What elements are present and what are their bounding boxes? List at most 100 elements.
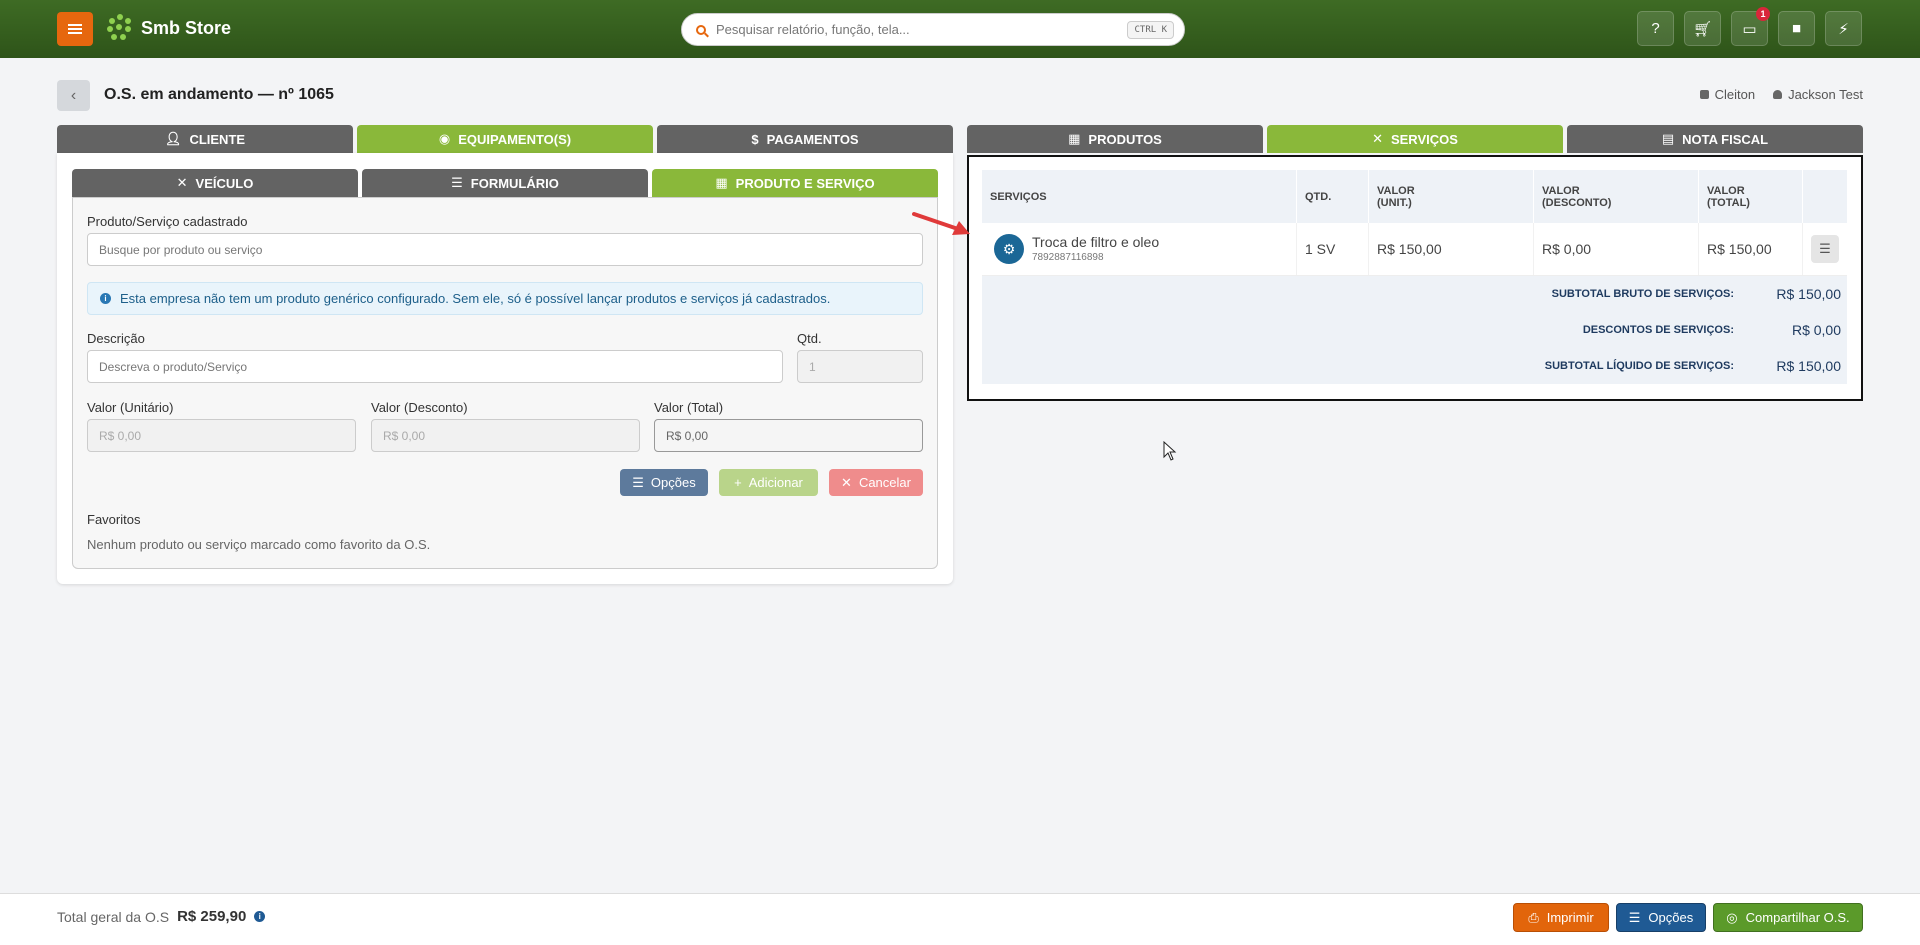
col-valor-desconto: VALOR (DESCONTO) <box>1534 170 1699 223</box>
service-unit-value: R$ 150,00 <box>1369 223 1534 275</box>
plus-icon: + <box>734 475 742 490</box>
tools-icon: ✕ <box>1372 131 1383 146</box>
row-menu-button[interactable]: ☰ <box>1811 235 1839 263</box>
generic-product-alert: i Esta empresa não tem um produto genéri… <box>87 282 923 315</box>
tab-veiculo[interactable]: ✕ Veículo <box>72 169 358 197</box>
description-input[interactable]: Descreva o produto/Serviço <box>87 350 783 383</box>
boxes-icon: ▦ <box>1068 131 1081 146</box>
col-actions <box>1803 170 1847 223</box>
description-label: Descrição <box>87 331 145 346</box>
shortcut-hint: CTRL K <box>1127 20 1174 39</box>
bolt-icon: ⚡︎ <box>1838 20 1849 38</box>
discount-value-label: Valor (Desconto) <box>371 400 468 415</box>
brand-name: Smb Store <box>141 17 232 38</box>
grand-total-label: Total geral da O.S <box>57 908 170 925</box>
help-button[interactable]: ? <box>1637 11 1674 46</box>
boxes-icon: ▦ <box>715 175 728 190</box>
table-row[interactable]: ⚙︎ Troca de filtro e oleo 7892887116898 … <box>982 223 1847 276</box>
qty-input[interactable]: 1 <box>797 350 923 383</box>
os-items-tabs: ▦ Produtos ✕ Serviços ▤ Nota Fiscal <box>967 125 1863 153</box>
tab-produtos[interactable]: ▦ Produtos <box>967 125 1263 153</box>
user-icon <box>1773 90 1783 99</box>
service-icon: ⚙︎ <box>994 234 1024 264</box>
subtotal-gross-row: SUBTOTAL BRUTO DE SERVIÇOS: R$ 150,00 <box>1551 286 1841 302</box>
user-icon: 👤︎ <box>164 131 182 146</box>
service-name: Troca de filtro e oleo <box>1032 233 1160 250</box>
search-input[interactable] <box>716 22 1128 37</box>
document-icon: ▤ <box>1661 131 1675 146</box>
options-button[interactable]: ☰ Opções <box>620 469 708 496</box>
unit-value-input[interactable]: R$ 0,00 <box>87 419 356 452</box>
unit-value-label: Valor (Unitário) <box>87 400 174 415</box>
briefcase-icon <box>1699 90 1709 99</box>
quick-actions-button[interactable]: ⚡︎ <box>1825 11 1862 46</box>
service-cell: ⚙︎ Troca de filtro e oleo 7892887116898 <box>982 223 1297 275</box>
os-grand-total: Total geral da O.S R$ 259,90 i <box>57 908 266 925</box>
service-discount-value: R$ 0,00 <box>1534 223 1699 275</box>
notification-badge: 1 <box>1756 7 1770 21</box>
add-button[interactable]: + Adicionar <box>719 469 818 496</box>
footer-options-button[interactable]: ☰ Opções <box>1616 903 1706 932</box>
cancel-button[interactable]: ✕ Cancelar <box>829 469 923 496</box>
grand-total-value: R$ 259,90 <box>177 908 247 925</box>
monitor-icon: ▭ <box>1742 20 1757 38</box>
tab-formulario[interactable]: ☰ Formulário <box>362 169 648 197</box>
palette-icon: ◉ <box>438 131 451 146</box>
col-servicos: SERVIÇOS <box>982 170 1297 223</box>
annotation-arrow <box>912 212 970 235</box>
cart-button[interactable]: 🛒︎ <box>1684 11 1721 46</box>
logo-icon <box>107 14 135 42</box>
global-search[interactable]: CTRL K <box>681 13 1185 46</box>
share-os-button[interactable]: ◎ Compartilhar O.S. <box>1713 903 1863 932</box>
col-qtd: QTD. <box>1297 170 1369 223</box>
user-info: Cleiton Jackson Test <box>1699 87 1863 102</box>
search-icon <box>696 24 706 35</box>
close-icon: ✕ <box>841 474 852 490</box>
print-button[interactable]: ⎙ Imprimir <box>1513 903 1609 932</box>
brand-logo[interactable]: Smb Store <box>107 14 231 42</box>
service-total-value: R$ 150,00 <box>1699 223 1803 275</box>
chat-button[interactable]: ■ <box>1778 11 1815 46</box>
whatsapp-icon: ◎ <box>1726 909 1738 925</box>
list-icon: ☰ <box>451 175 463 190</box>
discount-value-input[interactable]: R$ 0,00 <box>371 419 640 452</box>
top-actions: ? 🛒︎ ▭ 1 ■ ⚡︎ <box>1637 7 1862 46</box>
subtotal-net-row: SUBTOTAL LÍQUIDO DE SERVIÇOS: R$ 150,00 <box>1544 358 1841 374</box>
tab-nota-fiscal[interactable]: ▤ Nota Fiscal <box>1567 125 1863 153</box>
services-totals: SUBTOTAL BRUTO DE SERVIÇOS: R$ 150,00 DES… <box>982 276 1847 384</box>
back-button[interactable]: ‹ <box>57 80 90 111</box>
help-icon: ? <box>1651 20 1660 37</box>
tools-icon: ✕ <box>176 175 188 190</box>
tab-pagamentos[interactable]: $ Pagamentos <box>657 125 953 153</box>
chat-icon: ■ <box>1791 20 1802 37</box>
info-icon[interactable]: i <box>254 911 266 922</box>
os-main-tabs: 👤︎ Cliente ◉ Equipamento(s) $ Pagamentos <box>57 125 953 153</box>
tab-equipamentos[interactable]: ◉ Equipamento(s) <box>357 125 653 153</box>
total-value-input[interactable]: R$ 0,00 <box>654 419 923 452</box>
tab-produto-servico[interactable]: ▦ Produto e Serviço <box>652 169 938 197</box>
alert-text: Esta empresa não tem um produto genérico… <box>120 291 831 306</box>
col-valor-total: VALOR (TOTAL) <box>1699 170 1803 223</box>
user-name-info: Jackson Test <box>1773 87 1863 102</box>
list-icon: ☰ <box>1628 909 1641 925</box>
page-title: O.S. em andamento — nº 1065 <box>104 86 334 103</box>
product-search-label: Produto/Serviço cadastrado <box>87 214 248 229</box>
tab-cliente[interactable]: 👤︎ Cliente <box>57 125 353 153</box>
cart-icon: 🛒︎ <box>1692 20 1713 38</box>
dollar-icon: $ <box>751 131 759 147</box>
list-icon: ☰ <box>632 474 644 490</box>
printer-icon: ⎙ <box>1528 909 1539 925</box>
equipment-sub-tabs: ✕ Veículo ☰ Formulário ▦ Produto e Serviço <box>72 169 938 197</box>
tab-servicos[interactable]: ✕ Serviços <box>1267 125 1563 153</box>
store-info: Cleiton <box>1699 87 1755 102</box>
favorites-label: Favoritos <box>87 512 141 527</box>
product-search-input[interactable]: Busque por produto ou serviço <box>87 233 923 266</box>
info-icon: i <box>100 293 111 304</box>
total-value-label: Valor (Total) <box>654 400 724 415</box>
services-table-header: SERVIÇOS QTD. VALOR (UNIT.) VALOR (DESCONT… <box>982 170 1847 223</box>
services-table: SERVIÇOS QTD. VALOR (UNIT.) VALOR (DESCONT… <box>982 170 1847 384</box>
row-actions: ☰ <box>1803 223 1847 275</box>
menu-icon <box>68 24 82 34</box>
monitor-button[interactable]: ▭ 1 <box>1731 7 1770 46</box>
hamburger-menu-button[interactable] <box>57 12 93 46</box>
